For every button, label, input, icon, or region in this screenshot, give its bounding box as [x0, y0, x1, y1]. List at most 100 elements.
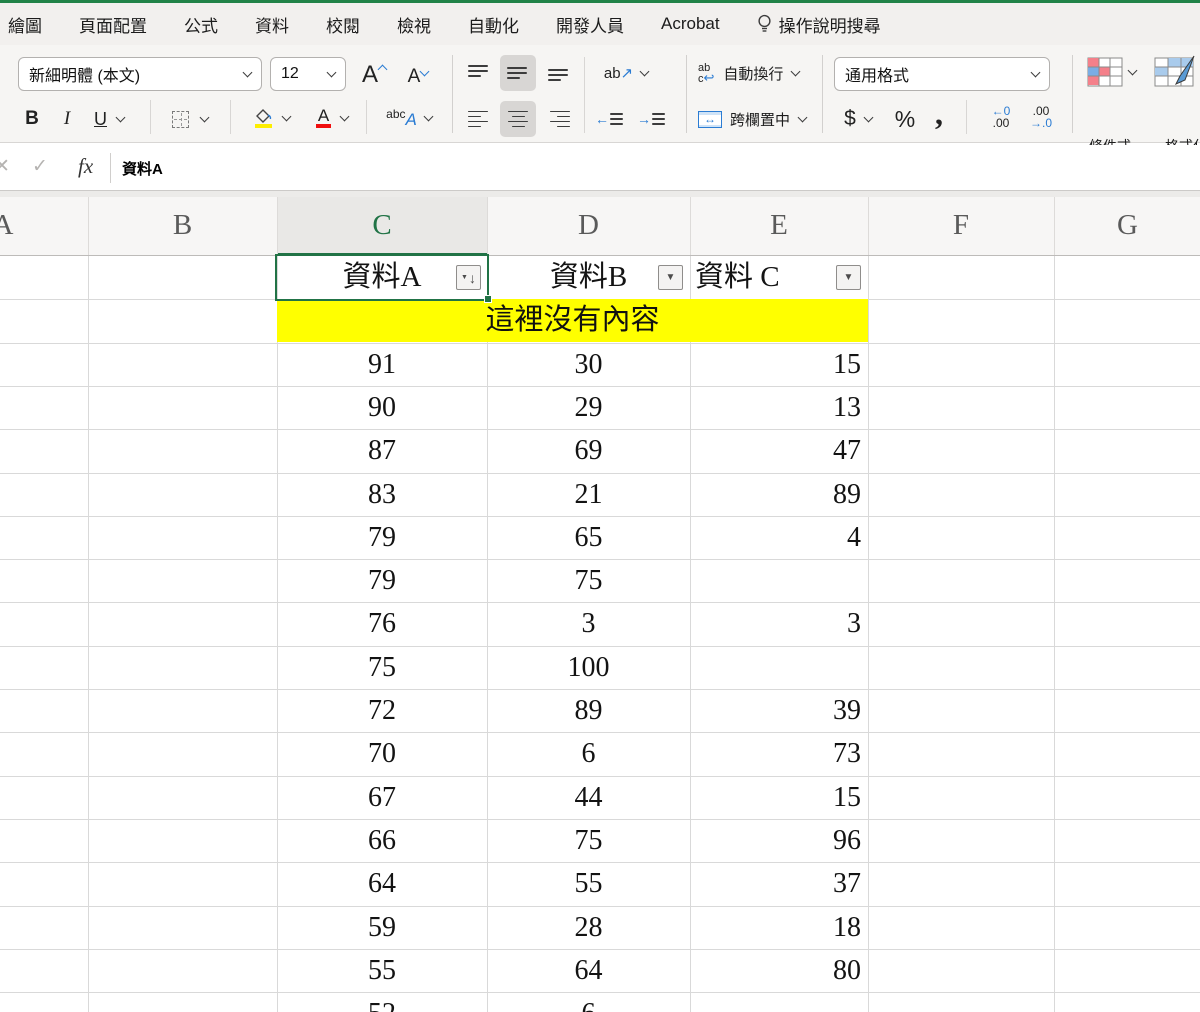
- cell-d9[interactable]: 3: [487, 602, 690, 645]
- cell-c8[interactable]: 79: [277, 559, 487, 602]
- font-name-combo[interactable]: 新細明體 (本文): [18, 57, 262, 91]
- comma-style-button[interactable]: ,: [926, 95, 952, 131]
- format-as-table-button[interactable]: [1152, 53, 1200, 91]
- cell-d5[interactable]: 69: [487, 429, 690, 472]
- menu-review[interactable]: 校閱: [326, 12, 360, 37]
- cell-c12[interactable]: 70: [277, 732, 487, 775]
- formula-bar-value[interactable]: 資料A: [122, 158, 163, 179]
- cell-d12[interactable]: 6: [487, 732, 690, 775]
- cell-d10[interactable]: 100: [487, 646, 690, 689]
- help-search[interactable]: 操作說明搜尋: [757, 12, 881, 37]
- cell-c15[interactable]: 64: [277, 862, 487, 905]
- cell-c6[interactable]: 83: [277, 473, 487, 516]
- increase-indent-button[interactable]: →: [634, 103, 668, 135]
- fill-color-button[interactable]: [244, 101, 300, 135]
- menu-formulas[interactable]: 公式: [184, 12, 218, 37]
- italic-button[interactable]: I: [54, 103, 80, 135]
- conditional-formatting-button[interactable]: [1084, 55, 1138, 89]
- cell-e11[interactable]: 39: [690, 689, 868, 732]
- menu-acrobat[interactable]: Acrobat: [661, 14, 720, 34]
- decrease-decimal-button[interactable]: .00 →.0: [1024, 105, 1058, 129]
- font-effects-button[interactable]: abc A: [378, 101, 440, 135]
- cell-e16[interactable]: 18: [690, 906, 868, 949]
- cell-e15[interactable]: 37: [690, 862, 868, 905]
- fill-handle[interactable]: [484, 295, 492, 303]
- column-header-e[interactable]: E: [749, 209, 809, 242]
- orientation-button[interactable]: ab↗: [596, 57, 656, 89]
- cell-c5[interactable]: 87: [277, 429, 487, 472]
- borders-button[interactable]: [162, 103, 218, 135]
- merge-center-button[interactable]: ↔ 跨欄置中: [698, 103, 818, 135]
- cell-d6[interactable]: 21: [487, 473, 690, 516]
- align-middle-button[interactable]: [500, 55, 536, 91]
- cell-d8[interactable]: 75: [487, 559, 690, 602]
- cell-c14[interactable]: 66: [277, 819, 487, 862]
- align-bottom-button[interactable]: [542, 57, 576, 89]
- cell-d4[interactable]: 29: [487, 386, 690, 429]
- currency-button[interactable]: $: [836, 103, 880, 135]
- grow-font-button[interactable]: A: [356, 59, 392, 91]
- cancel-icon[interactable]: ✕: [0, 155, 10, 178]
- cell-e6[interactable]: 89: [690, 473, 868, 516]
- font-size-combo[interactable]: 12: [270, 57, 346, 91]
- cell-c17[interactable]: 55: [277, 949, 487, 992]
- column-header-g[interactable]: G: [1098, 209, 1158, 242]
- menu-data[interactable]: 資料: [255, 12, 289, 37]
- cell-e12[interactable]: 73: [690, 732, 868, 775]
- number-format-combo[interactable]: 通用格式: [834, 57, 1050, 91]
- banner-merged-cell[interactable]: 這裡沒有內容: [277, 299, 868, 342]
- align-left-button[interactable]: [462, 103, 496, 135]
- shrink-font-button[interactable]: A: [400, 62, 436, 92]
- cell-e4[interactable]: 13: [690, 386, 868, 429]
- increase-decimal-button[interactable]: ←0 .00: [984, 105, 1018, 129]
- cell-c4[interactable]: 90: [277, 386, 487, 429]
- cell-e9[interactable]: 3: [690, 602, 868, 645]
- cell-d17[interactable]: 64: [487, 949, 690, 992]
- cell-d3[interactable]: 30: [487, 343, 690, 386]
- cell-c13[interactable]: 67: [277, 776, 487, 819]
- decrease-indent-button[interactable]: ←: [592, 103, 626, 135]
- wrap-text-button[interactable]: ab c↩ 自動換行: [698, 57, 818, 89]
- cell-c18[interactable]: 52: [277, 992, 487, 1012]
- cell-d7[interactable]: 65: [487, 516, 690, 559]
- cell-c16[interactable]: 59: [277, 906, 487, 949]
- cell-e13[interactable]: 15: [690, 776, 868, 819]
- menu-automate[interactable]: 自動化: [468, 12, 519, 37]
- cell-d15[interactable]: 55: [487, 862, 690, 905]
- underline-button[interactable]: U: [86, 103, 132, 135]
- column-header-f[interactable]: F: [931, 209, 991, 242]
- cell-e7[interactable]: 4: [690, 516, 868, 559]
- fx-icon[interactable]: fx: [78, 154, 93, 179]
- column-header-d[interactable]: D: [559, 209, 619, 242]
- align-top-button[interactable]: [462, 57, 496, 89]
- cell-d16[interactable]: 28: [487, 906, 690, 949]
- cell-d13[interactable]: 44: [487, 776, 690, 819]
- cell-c11[interactable]: 72: [277, 689, 487, 732]
- cell-e3[interactable]: 15: [690, 343, 868, 386]
- cell-d11[interactable]: 89: [487, 689, 690, 732]
- font-color-button[interactable]: A: [306, 101, 358, 135]
- cell-e17[interactable]: 80: [690, 949, 868, 992]
- menu-developer[interactable]: 開發人員: [556, 12, 624, 37]
- cell-d14[interactable]: 75: [487, 819, 690, 862]
- cell-d18[interactable]: 6: [487, 992, 690, 1012]
- cell-c7[interactable]: 79: [277, 516, 487, 559]
- menu-page-layout[interactable]: 頁面配置: [79, 12, 147, 37]
- menu-view[interactable]: 檢視: [397, 12, 431, 37]
- percent-button[interactable]: %: [888, 103, 922, 135]
- cell-c9[interactable]: 76: [277, 602, 487, 645]
- confirm-icon[interactable]: ✓: [32, 155, 48, 178]
- filter-button-sorted-c[interactable]: ▼ ↓: [456, 265, 481, 290]
- align-right-button[interactable]: [542, 103, 576, 135]
- filter-button-e[interactable]: ▼: [836, 265, 861, 290]
- cell-e14[interactable]: 96: [690, 819, 868, 862]
- cell-c10[interactable]: 75: [277, 646, 487, 689]
- filter-button-d[interactable]: ▼: [658, 265, 683, 290]
- column-header-c[interactable]: C: [352, 209, 412, 242]
- bold-button[interactable]: B: [18, 103, 46, 135]
- column-header-a[interactable]: A: [0, 209, 33, 242]
- menu-draw[interactable]: 繪圖: [8, 12, 42, 37]
- column-header-b[interactable]: B: [153, 209, 213, 242]
- align-center-button[interactable]: [500, 101, 536, 137]
- cell-e5[interactable]: 47: [690, 429, 868, 472]
